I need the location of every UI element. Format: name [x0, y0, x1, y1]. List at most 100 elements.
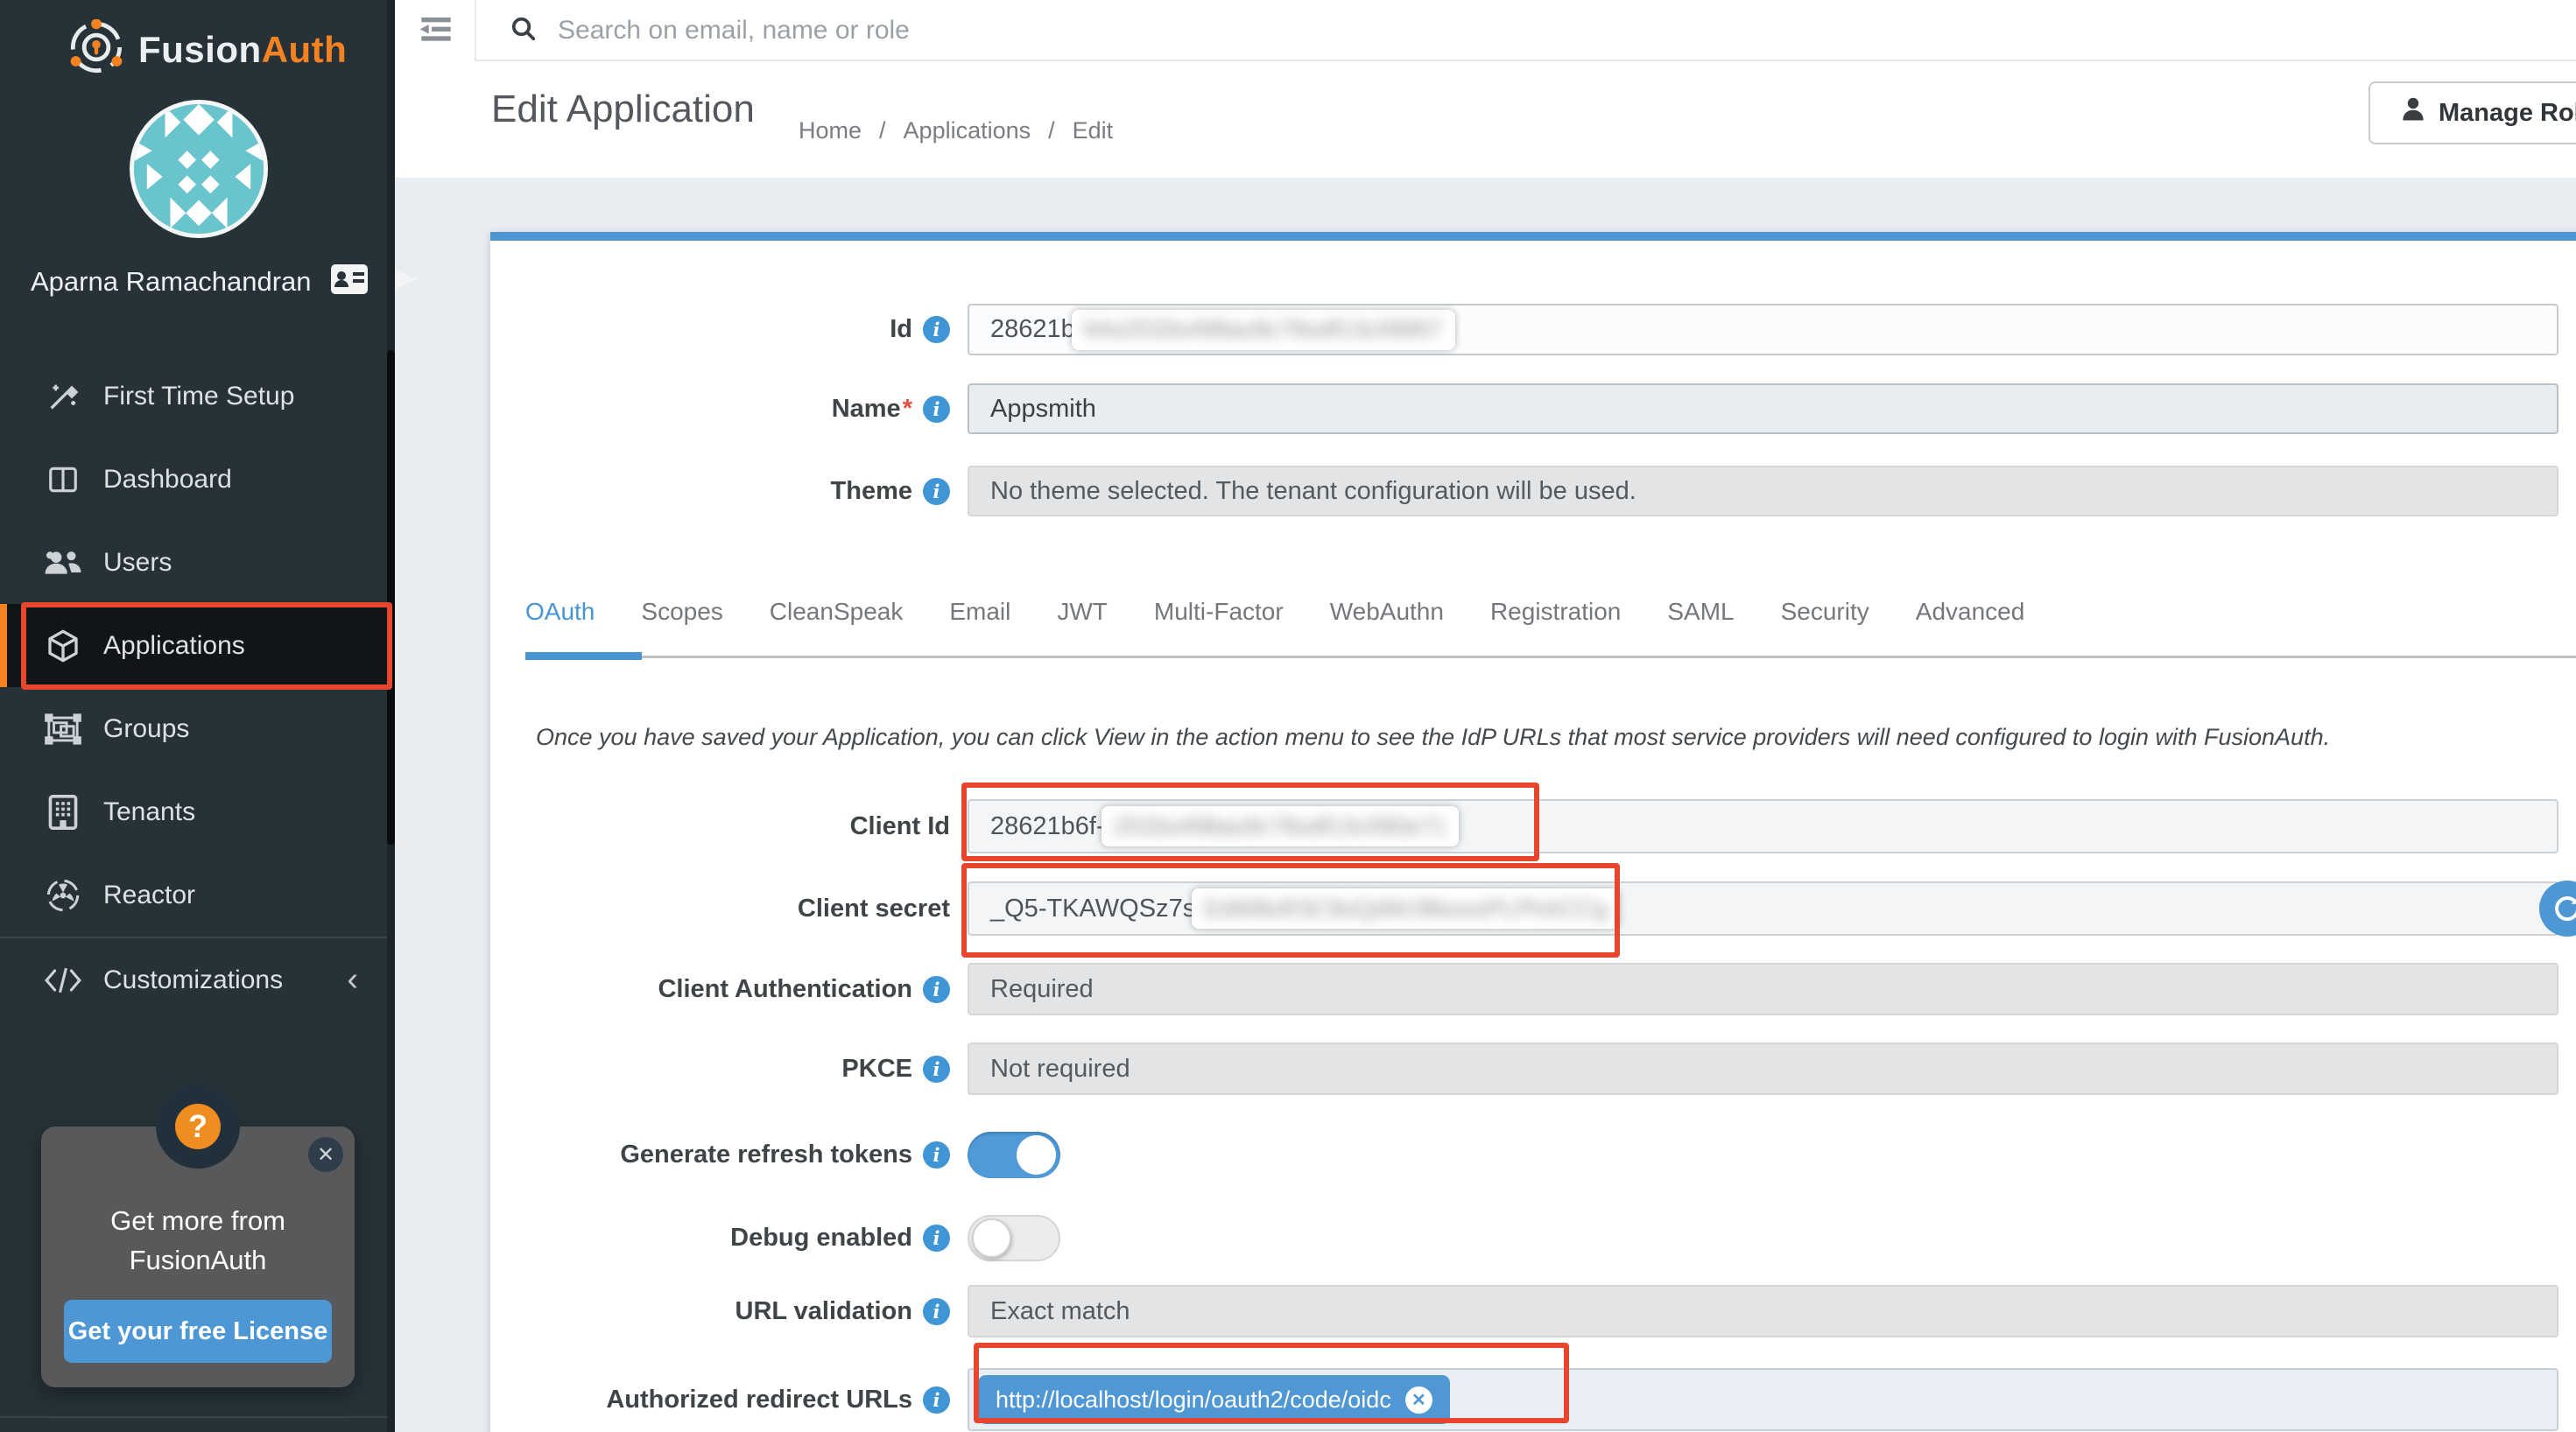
- remove-chip-icon[interactable]: ✕: [1405, 1386, 1432, 1414]
- sidebar: FusionAuth Aparna Ramacha: [0, 0, 395, 1432]
- radiation-icon: [44, 878, 82, 913]
- tab-registration[interactable]: Registration: [1490, 598, 1621, 626]
- debug-enabled-toggle[interactable]: [968, 1215, 1060, 1261]
- avatar[interactable]: [130, 100, 268, 238]
- theme-field: No theme selected. The tenant configurat…: [968, 466, 2558, 516]
- manage-roles-button[interactable]: Manage Roles: [2368, 81, 2576, 144]
- breadcrumb-applications[interactable]: Applications: [904, 117, 1031, 144]
- code-icon: [44, 965, 82, 995]
- pkce-select: Not required: [968, 1042, 2558, 1095]
- sidebar-nav: First Time Setup Dashboard Users: [0, 354, 395, 1021]
- tab-security[interactable]: Security: [1781, 598, 1869, 626]
- tabs-underline: [525, 656, 2576, 658]
- tab-webauthn[interactable]: WebAuthn: [1330, 598, 1444, 626]
- url-validation-label: URL validationi: [490, 1285, 950, 1337]
- tab-jwt[interactable]: JWT: [1057, 598, 1108, 626]
- client-authentication-label: Client Authenticationi: [490, 963, 950, 1015]
- sidebar-item-first-time-setup[interactable]: First Time Setup: [0, 354, 395, 438]
- help-badge: ?: [156, 1085, 240, 1169]
- fusionauth-logo[interactable]: FusionAuth: [68, 19, 347, 80]
- collapse-menu-icon[interactable]: [419, 14, 454, 47]
- authorized-redirect-urls-field[interactable]: http://localhost/login/oauth2/code/oidc …: [968, 1368, 2558, 1431]
- sidebar-item-users[interactable]: Users: [0, 521, 395, 604]
- debug-enabled-label: Debug enabledi: [490, 1215, 950, 1261]
- breadcrumb-edit: Edit: [1073, 117, 1114, 144]
- info-icon[interactable]: i: [923, 1386, 950, 1414]
- required-mark: *: [903, 395, 912, 423]
- user-row: Aparna Ramachandran: [31, 264, 377, 298]
- application-tabs: OAuth Scopes CleanSpeak Email JWT Multi-…: [525, 598, 2024, 626]
- get-free-license-button[interactable]: Get your free License: [64, 1300, 332, 1363]
- breadcrumb-home[interactable]: Home: [799, 117, 862, 144]
- close-icon: ✕: [317, 1142, 334, 1168]
- info-icon[interactable]: i: [923, 316, 950, 343]
- application-form-card: Idi 28621b 64o2533o498ao9c78odf13c09957 …: [490, 232, 2576, 1432]
- tab-multi-factor[interactable]: Multi-Factor: [1154, 598, 1284, 626]
- page-header: Edit Application Home / Applications / E…: [395, 61, 2576, 178]
- tab-cleanspeak[interactable]: CleanSpeak: [770, 598, 904, 626]
- sidebar-item-label: Users: [103, 548, 172, 578]
- client-id-field[interactable]: 28621b6f- 2533o498ao9c78odf13c090e71: [968, 799, 2558, 853]
- sidebar-scrollbar-thumb[interactable]: [387, 350, 395, 845]
- info-icon[interactable]: i: [923, 976, 950, 1003]
- pkce-label: PKCEi: [490, 1042, 950, 1095]
- client-secret-field[interactable]: _Q5-TKAWQSz7s EdW8oR3C9oQdWJ9boooPLPhACC…: [968, 881, 2558, 936]
- name-field[interactable]: Appsmith: [968, 383, 2558, 434]
- breadcrumb: Home / Applications / Edit: [799, 117, 1113, 144]
- info-icon[interactable]: i: [923, 1056, 950, 1083]
- sidebar-item-customizations[interactable]: Customizations ‹: [0, 938, 395, 1021]
- sidebar-item-reactor[interactable]: Reactor: [0, 853, 395, 937]
- sidebar-item-label: First Time Setup: [103, 382, 294, 411]
- authorized-redirect-urls-label: Authorized redirect URLsi: [490, 1368, 950, 1431]
- url-validation-select: Exact match: [968, 1285, 2558, 1337]
- sidebar-item-label: Groups: [103, 714, 189, 744]
- redaction-overlay: 64o2533o498ao9c78odf13c09957: [1072, 310, 1455, 350]
- sidebar-item-label: Customizations: [103, 965, 283, 995]
- client-id-label: Client Id: [490, 799, 950, 853]
- sidebar-item-tenants[interactable]: Tenants: [0, 770, 395, 853]
- oauth-note: Once you have saved your Application, yo…: [536, 724, 2550, 751]
- generate-refresh-tokens-toggle[interactable]: [968, 1132, 1060, 1178]
- tab-advanced[interactable]: Advanced: [1916, 598, 2025, 626]
- tab-email[interactable]: Email: [949, 598, 1010, 626]
- info-icon[interactable]: i: [923, 478, 950, 505]
- promo-close-button[interactable]: ✕: [308, 1137, 343, 1172]
- users-icon: [44, 546, 82, 579]
- person-icon: [2402, 97, 2425, 129]
- client-authentication-select: Required: [968, 963, 2558, 1015]
- search-input[interactable]: [558, 16, 1346, 46]
- tab-scopes[interactable]: Scopes: [641, 598, 722, 626]
- columns-icon: [44, 463, 82, 496]
- breadcrumb-separator: /: [1048, 117, 1055, 144]
- redaction-overlay: EdW8oR3C9oQdWJ9boooPLPhACCg: [1192, 888, 1620, 929]
- sidebar-footer-divider: [0, 1416, 388, 1418]
- sidebar-item-label: Tenants: [103, 797, 195, 827]
- info-icon[interactable]: i: [923, 1141, 950, 1169]
- content-area: Idi 28621b 64o2533o498ao9c78odf13c09957 …: [395, 178, 2576, 1432]
- tab-saml[interactable]: SAML: [1667, 598, 1734, 626]
- topbar: [395, 0, 2576, 61]
- breadcrumb-separator: /: [879, 117, 886, 144]
- active-tab-indicator: [525, 652, 642, 660]
- id-card-icon[interactable]: [331, 264, 368, 298]
- magic-wand-icon: [44, 379, 82, 414]
- info-icon[interactable]: i: [923, 1298, 950, 1325]
- name-label: Name* i: [490, 383, 950, 434]
- object-group-icon: [44, 712, 82, 746]
- promo-title: Get more from FusionAuth: [41, 1202, 355, 1281]
- generate-refresh-tokens-label: Generate refresh tokensi: [490, 1132, 950, 1178]
- id-field[interactable]: 28621b 64o2533o498ao9c78odf13c09957: [968, 304, 2558, 355]
- tab-oauth[interactable]: OAuth: [525, 598, 595, 626]
- sidebar-item-applications[interactable]: Applications: [0, 604, 395, 687]
- info-icon[interactable]: i: [923, 396, 950, 423]
- sidebar-item-dashboard[interactable]: Dashboard: [0, 438, 395, 521]
- sidebar-item-groups[interactable]: Groups: [0, 687, 395, 770]
- sidebar-item-label: Dashboard: [103, 465, 232, 495]
- promo-card: ? ✕ Get more from FusionAuth Get your fr…: [41, 1127, 355, 1387]
- chevron-left-icon[interactable]: ‹: [347, 966, 358, 993]
- user-name: Aparna Ramachandran: [31, 266, 312, 298]
- logo-wordmark: FusionAuth: [138, 29, 347, 71]
- sidebar-item-label: Reactor: [103, 881, 195, 910]
- info-icon[interactable]: i: [923, 1225, 950, 1252]
- redirect-url-chip: http://localhost/login/oauth2/code/oidc …: [978, 1375, 1450, 1424]
